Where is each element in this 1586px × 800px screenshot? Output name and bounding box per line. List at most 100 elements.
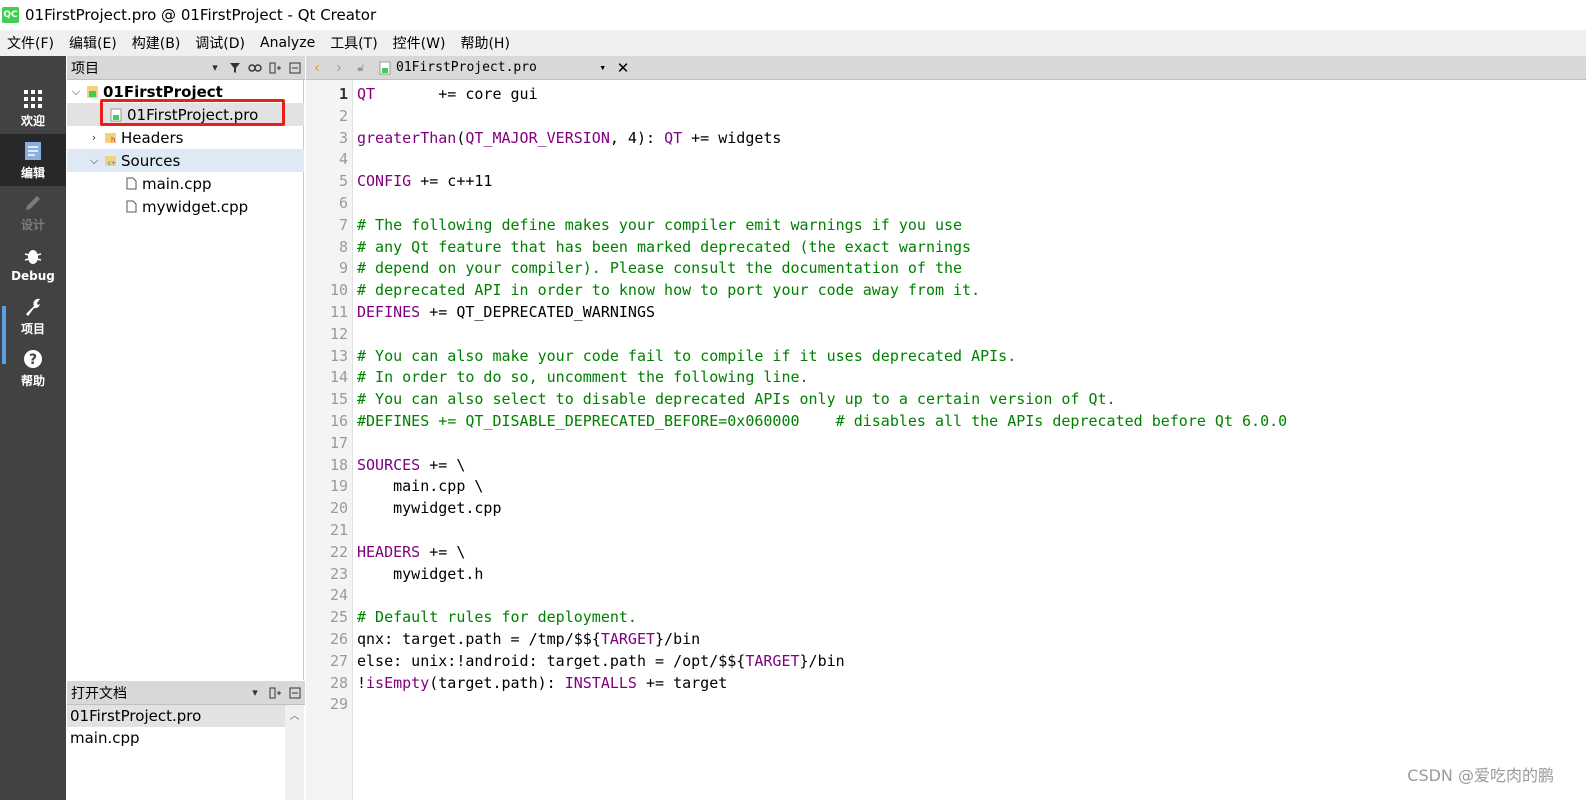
code-text: }/bin — [655, 630, 701, 648]
code-keyword: HEADERS — [357, 542, 421, 561]
document-selector[interactable]: 01FirstProject.pro ▾ — [372, 57, 612, 79]
window-title: 01FirstProject.pro @ 01FirstProject - Qt… — [25, 6, 377, 24]
chevron-down-icon[interactable]: ▾ — [599, 61, 612, 74]
code-text: (target.path): — [429, 673, 565, 692]
code-keyword: INSTALLS — [564, 673, 637, 692]
tree-item-mywidget-cpp[interactable]: mywidget.cpp — [67, 195, 304, 218]
back-arrow-icon[interactable]: ‹ — [306, 60, 328, 76]
mode-design[interactable]: 设计 — [0, 186, 66, 238]
tree-item-main-cpp[interactable]: main.cpp — [67, 172, 304, 195]
scroll-up-icon[interactable]: ︿ — [285, 705, 304, 722]
grid-icon — [22, 88, 44, 110]
code-line: DEFINES += QT_DEPRECATED_WARNINGS — [357, 303, 655, 324]
mode-projects[interactable]: 项目 — [0, 290, 66, 342]
filter-icon[interactable] — [225, 58, 245, 78]
wrench-icon — [22, 296, 44, 318]
question-icon: ? — [22, 348, 44, 370]
svg-text:c+: c+ — [108, 160, 116, 167]
menu-widgets[interactable]: 控件(W) — [386, 33, 454, 53]
split-icon[interactable] — [265, 58, 285, 78]
title-bar: QC 01FirstProject.pro @ 01FirstProject -… — [0, 0, 1586, 30]
editor-toolbar: ‹ › 🔓︎ 01FirstProject.pro ▾ ✕ — [306, 56, 1586, 80]
line-number: 29 — [329, 695, 348, 714]
menu-tools[interactable]: 工具(T) — [323, 33, 385, 53]
close-pane-icon[interactable] — [285, 683, 305, 703]
mode-label: Debug — [11, 269, 55, 283]
line-number: 21 — [329, 521, 348, 539]
open-document-item[interactable]: main.cpp — [67, 727, 285, 749]
code-keyword: QT — [357, 85, 376, 103]
menu-help[interactable]: 帮助(H) — [453, 33, 517, 53]
code-comment: # You can also select to disable depreca… — [357, 390, 1116, 409]
line-number: 23 — [329, 564, 348, 583]
tree-item-sources[interactable]: ⌵ c+ Sources — [67, 149, 304, 172]
menu-debug[interactable]: 调试(D) — [188, 33, 253, 53]
line-number: 2 — [338, 106, 348, 125]
line-number: 14 — [329, 368, 348, 387]
close-document-icon[interactable]: ✕ — [612, 59, 634, 77]
mode-label: 设计 — [20, 217, 45, 232]
code-keyword: QT — [664, 128, 683, 147]
open-document-item[interactable]: 01FirstProject.pro — [67, 705, 285, 727]
code-text: mywidget.h — [357, 564, 484, 583]
code-line: # The following define makes your compil… — [357, 216, 962, 237]
line-number: 27 — [329, 651, 348, 670]
line-number: 10 — [329, 281, 348, 300]
code-comment: # deprecated API in order to know how to… — [357, 281, 981, 300]
code-line: # any Qt feature that has been marked de… — [357, 238, 971, 259]
chevron-down-icon[interactable]: ⌵ — [85, 154, 103, 168]
mode-debug[interactable]: Debug — [0, 238, 66, 290]
code-keyword: TARGET — [745, 651, 800, 670]
mode-label: 欢迎 — [20, 113, 45, 128]
code-comment: # Default rules for deployment. — [357, 608, 637, 627]
code-comment: # You can also make your code fail to co… — [357, 346, 1017, 365]
menu-file[interactable]: 文件(F) — [0, 33, 62, 53]
code-line: mywidget.cpp — [357, 499, 501, 520]
line-number: 11 — [329, 303, 348, 321]
line-number: 13 — [329, 346, 348, 365]
code-editor[interactable]: QT += core gui greaterThan(QT_MAJOR_VERSI… — [357, 80, 1586, 800]
pro-file-icon — [378, 60, 392, 75]
code-text: += \ — [420, 455, 466, 474]
mode-welcome[interactable]: 欢迎 — [0, 82, 66, 134]
line-number: 19 — [329, 477, 348, 496]
pencil-icon — [22, 192, 44, 214]
code-text: ! — [357, 673, 367, 692]
menu-edit[interactable]: 编辑(E) — [62, 33, 125, 53]
open-documents-scrollbar[interactable]: ︿ — [285, 705, 304, 800]
mode-help[interactable]: ? 帮助 — [0, 342, 66, 394]
code-keyword: SOURCES — [357, 455, 421, 474]
menu-analyze[interactable]: Analyze — [253, 35, 323, 51]
cpp-file-icon — [124, 176, 138, 191]
projects-panel-title: 项目 — [71, 60, 99, 77]
chevron-down-icon[interactable]: ⌵ — [67, 85, 85, 99]
line-number: 4 — [338, 150, 348, 169]
split-toggle-icon[interactable] — [1566, 56, 1586, 80]
chevron-down-icon[interactable]: ▾ — [205, 58, 225, 78]
code-comment: #DEFINES += QT_DISABLE_DEPRECATED_BEFORE… — [357, 412, 1288, 430]
link-icon[interactable] — [245, 58, 265, 78]
chevron-down-icon[interactable]: ▾ — [245, 683, 265, 703]
chevron-right-icon[interactable]: › — [85, 131, 103, 144]
code-line: CONFIG += c++11 — [357, 172, 492, 193]
lock-icon: 🔓︎ — [357, 60, 365, 74]
menu-build[interactable]: 构建(B) — [125, 33, 189, 53]
code-line: !isEmpty(target.path): INSTALLS += targe… — [357, 674, 727, 695]
tree-item-headers[interactable]: › h Headers — [67, 126, 304, 149]
projects-panel-header: 项目 ▾ — [67, 56, 305, 80]
code-keyword: greaterThan — [357, 128, 457, 147]
current-file-name: 01FirstProject.pro — [396, 60, 537, 75]
mode-label: 编辑 — [20, 165, 45, 180]
code-line: greaterThan(QT_MAJOR_VERSION, 4): QT += … — [357, 129, 781, 150]
forward-arrow-icon[interactable]: › — [328, 60, 350, 76]
close-pane-icon[interactable] — [285, 58, 305, 78]
line-number: 7 — [338, 215, 348, 234]
code-text: , 4): — [609, 128, 665, 147]
mode-edit[interactable]: 编辑 — [0, 134, 66, 186]
split-icon[interactable] — [265, 683, 285, 703]
code-text: += c++11 — [411, 172, 493, 191]
open-documents-title: 打开文档 — [71, 685, 127, 702]
tree-label: mywidget.cpp — [142, 197, 249, 216]
document-icon — [22, 140, 44, 162]
code-text: }/bin — [799, 651, 845, 670]
